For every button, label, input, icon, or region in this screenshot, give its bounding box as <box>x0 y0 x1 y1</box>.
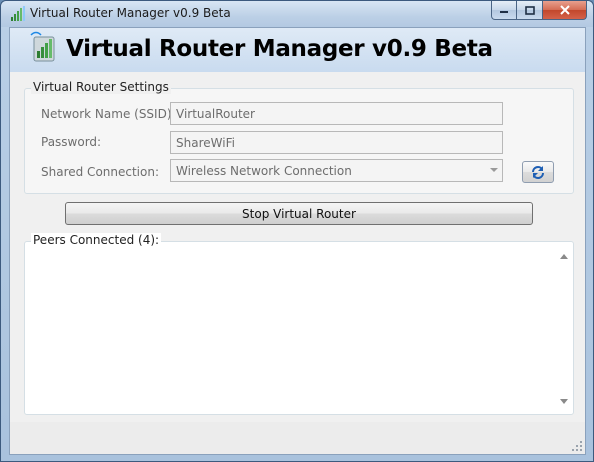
wifi-signal-icon <box>30 31 55 62</box>
shared-connection-value: Wireless Network Connection <box>176 164 352 178</box>
app-header: Virtual Router Manager v0.9 Beta <box>10 28 585 72</box>
minimize-button[interactable] <box>491 1 517 20</box>
peers-group-label: Peers Connected (4): <box>31 233 162 247</box>
scroll-up-icon[interactable] <box>560 254 568 259</box>
title-bar[interactable]: Virtual Router Manager v0.9 Beta <box>1 1 593 27</box>
chevron-down-icon <box>490 168 498 172</box>
wifi-signal-icon <box>11 6 25 21</box>
close-button[interactable] <box>543 1 587 20</box>
refresh-connections-button[interactable] <box>522 161 554 183</box>
router-settings-group: Virtual Router Settings Network Name (SS… <box>24 80 574 194</box>
close-icon <box>559 5 570 15</box>
resize-grip-icon[interactable] <box>571 440 583 452</box>
scroll-down-icon[interactable] <box>560 399 568 404</box>
caption-buttons <box>491 1 587 20</box>
password-input[interactable]: ShareWiFi <box>170 131 503 154</box>
password-label: Password: <box>41 135 102 149</box>
client-area: Virtual Router Manager v0.9 Beta Virtual… <box>9 27 586 455</box>
shared-connection-select[interactable]: Wireless Network Connection <box>170 159 503 182</box>
refresh-icon <box>532 166 544 179</box>
stop-virtual-router-button[interactable]: Stop Virtual Router <box>65 202 533 225</box>
app-title: Virtual Router Manager v0.9 Beta <box>66 36 493 62</box>
settings-group-label: Virtual Router Settings <box>31 80 171 94</box>
status-bar <box>10 422 585 454</box>
app-window: Virtual Router Manager v0.9 Beta Virtual… <box>0 0 594 462</box>
shared-connection-label: Shared Connection: <box>41 165 160 179</box>
peers-connected-group: Peers Connected (4): <box>24 233 574 415</box>
minimize-icon <box>500 11 508 13</box>
peers-scrollbar[interactable] <box>557 248 571 410</box>
ssid-label: Network Name (SSID): <box>41 107 176 121</box>
maximize-icon <box>524 5 535 15</box>
maximize-button[interactable] <box>517 1 543 20</box>
ssid-input[interactable]: VirtualRouter <box>170 102 503 125</box>
window-title: Virtual Router Manager v0.9 Beta <box>30 6 231 20</box>
